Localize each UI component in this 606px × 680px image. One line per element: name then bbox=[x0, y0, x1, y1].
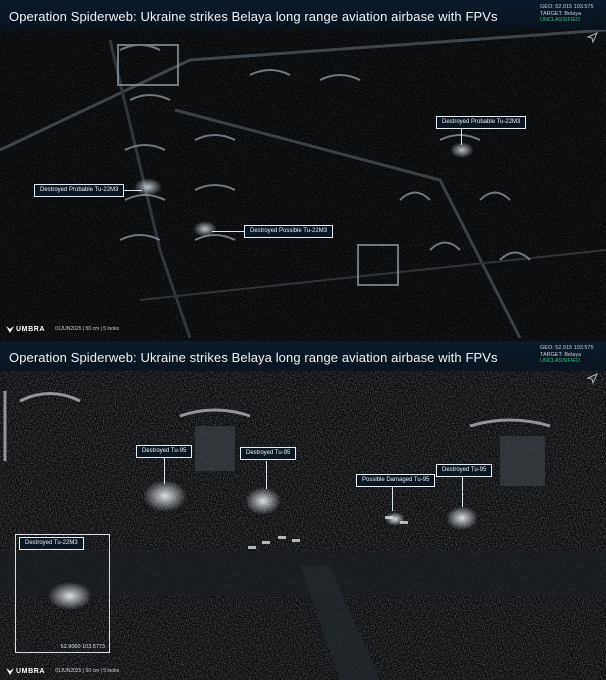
umbra-logo-icon bbox=[6, 325, 14, 333]
geo-coordinates: GEO: 52.915 103.575 bbox=[540, 4, 594, 10]
header-bar: Operation Spiderweb: Ukraine strikes Bel… bbox=[0, 0, 606, 30]
page-title: Operation Spiderweb: Ukraine strikes Bel… bbox=[9, 9, 498, 24]
annotation-label: Destroyed Probable Tu-22M3 bbox=[34, 184, 125, 197]
leader-line bbox=[392, 487, 393, 511]
annotation-label: Destroyed Probable Tu-22M3 bbox=[436, 116, 527, 129]
classification-label: UNCLASSIFIED bbox=[540, 358, 581, 364]
classification-label: UNCLASSIFIED bbox=[540, 17, 581, 23]
inset-coordinates: 52.9060 103.5773 bbox=[60, 644, 105, 650]
leader-line bbox=[462, 477, 463, 507]
image-caption: 01JUN2025 | 50 cm | 5 looks bbox=[55, 326, 120, 332]
umbra-logo: UMBRA bbox=[6, 667, 45, 675]
geo-coordinates: GEO: 52.915 103.575 bbox=[540, 345, 594, 351]
north-arrow-icon bbox=[586, 32, 598, 44]
top-image-panel: Operation Spiderweb: Ukraine strikes Bel… bbox=[0, 0, 606, 338]
header-bar: Operation Spiderweb: Ukraine strikes Bel… bbox=[0, 341, 606, 371]
footer: UMBRA 01JUN2025 | 50 cm | 5 looks bbox=[6, 666, 119, 676]
bottom-image-panel: Operation Spiderweb: Ukraine strikes Bel… bbox=[0, 341, 606, 680]
umbra-logo-icon bbox=[6, 667, 14, 675]
annotation-label: Destroyed Possible Tu-22M3 bbox=[244, 225, 334, 238]
leader-line bbox=[461, 127, 462, 145]
north-arrow-icon bbox=[586, 373, 598, 385]
leader-line bbox=[266, 461, 267, 489]
image-caption: 01JUN2025 | 50 cm | 5 looks bbox=[55, 668, 120, 674]
metadata-block: GEO: 52.915 103.575 TARGET: Belaya UNCLA… bbox=[540, 4, 596, 24]
leader-line bbox=[164, 458, 165, 484]
inset-label: Destroyed Tu-22M3 bbox=[19, 537, 84, 550]
annotation-label: Destroyed Tu-95 bbox=[436, 464, 493, 477]
leader-line bbox=[212, 231, 244, 232]
annotation-label: Destroyed Tu-95 bbox=[136, 445, 193, 458]
footer: UMBRA 01JUN2025 | 50 cm | 5 looks bbox=[6, 324, 119, 334]
annotation-label: Possible Damaged Tu-95 bbox=[356, 474, 436, 487]
annotation-label: Destroyed Tu-95 bbox=[240, 447, 297, 460]
sar-image-top bbox=[0, 0, 606, 338]
metadata-block: GEO: 52.915 103.575 TARGET: Belaya UNCLA… bbox=[540, 345, 596, 365]
inset-frame: Destroyed Tu-22M3 52.9060 103.5773 bbox=[15, 534, 110, 653]
umbra-logo: UMBRA bbox=[6, 325, 45, 333]
page-title: Operation Spiderweb: Ukraine strikes Bel… bbox=[9, 350, 498, 365]
